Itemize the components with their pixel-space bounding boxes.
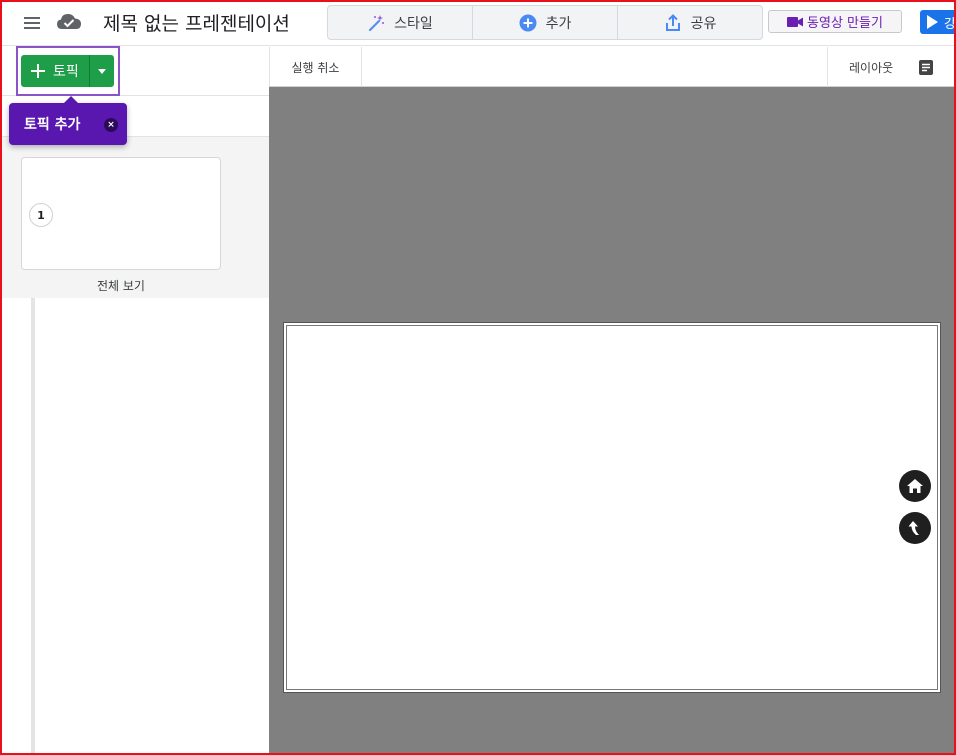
left-toolbar: 토픽 — [0, 46, 269, 96]
add-topic-main[interactable]: 토픽 — [21, 55, 89, 87]
slide-content-frame — [286, 325, 938, 690]
home-button[interactable] — [899, 470, 931, 502]
caret-down-icon — [98, 68, 106, 74]
add-label: 추가 — [545, 15, 572, 32]
share-upload-icon — [665, 13, 680, 31]
tooltip-close-button[interactable]: × — [104, 118, 118, 132]
magic-wand-icon — [369, 14, 385, 31]
style-label: 스타일 — [394, 15, 433, 32]
notes-icon[interactable] — [919, 59, 934, 75]
slide-thumbnail[interactable]: 1 — [21, 157, 221, 270]
tooltip-text: 토픽 추가 — [24, 117, 81, 133]
share-label: 공유 — [690, 15, 717, 32]
slide-thumbnails-area: 1 전체 보기 — [0, 137, 269, 298]
top-bar: 제목 없는 프레젠테이션 스타일 추가 공유 동영상 만들기 강 — [0, 0, 956, 46]
present-label: 강 — [944, 16, 956, 32]
overview-label[interactable]: 전체 보기 — [0, 277, 242, 294]
video-camera-icon — [787, 16, 804, 27]
present-button[interactable]: 강 — [920, 10, 956, 34]
layout-label: 레이아웃 — [849, 60, 894, 75]
hamburger-menu-icon[interactable] — [22, 14, 42, 32]
cloud-saved-icon[interactable] — [56, 11, 82, 33]
slide[interactable] — [283, 322, 941, 693]
add-button[interactable]: 추가 — [472, 6, 617, 39]
outline-tree-line — [31, 298, 35, 755]
make-video-button[interactable]: 동영상 만들기 — [768, 10, 902, 33]
plus-circle-icon — [519, 14, 537, 31]
home-icon — [907, 479, 923, 493]
left-panel: 토픽 1 전체 보기 — [0, 46, 269, 755]
main-action-group: 스타일 추가 공유 — [327, 5, 763, 40]
share-button[interactable]: 공유 — [617, 6, 762, 39]
back-arrow-icon — [908, 521, 919, 535]
topic-dropdown-button[interactable] — [89, 55, 114, 87]
slide-canvas — [269, 87, 956, 755]
layout-button[interactable]: 레이아웃 — [827, 47, 956, 87]
document-title[interactable]: 제목 없는 프레젠테이션 — [103, 9, 290, 36]
make-video-label: 동영상 만들기 — [807, 16, 883, 31]
undo-button[interactable]: 실행 취소 — [270, 47, 362, 87]
back-button[interactable] — [899, 512, 931, 544]
add-topic-button[interactable]: 토픽 — [21, 55, 114, 87]
plus-icon — [31, 64, 45, 78]
play-icon — [927, 15, 938, 29]
style-button[interactable]: 스타일 — [328, 6, 472, 39]
add-topic-tooltip: 토픽 추가 × — [9, 96, 127, 145]
topic-button-label: 토픽 — [53, 64, 79, 80]
slide-number-badge: 1 — [29, 203, 53, 227]
editor-toolbar: 실행 취소 레이아웃 — [269, 47, 956, 87]
